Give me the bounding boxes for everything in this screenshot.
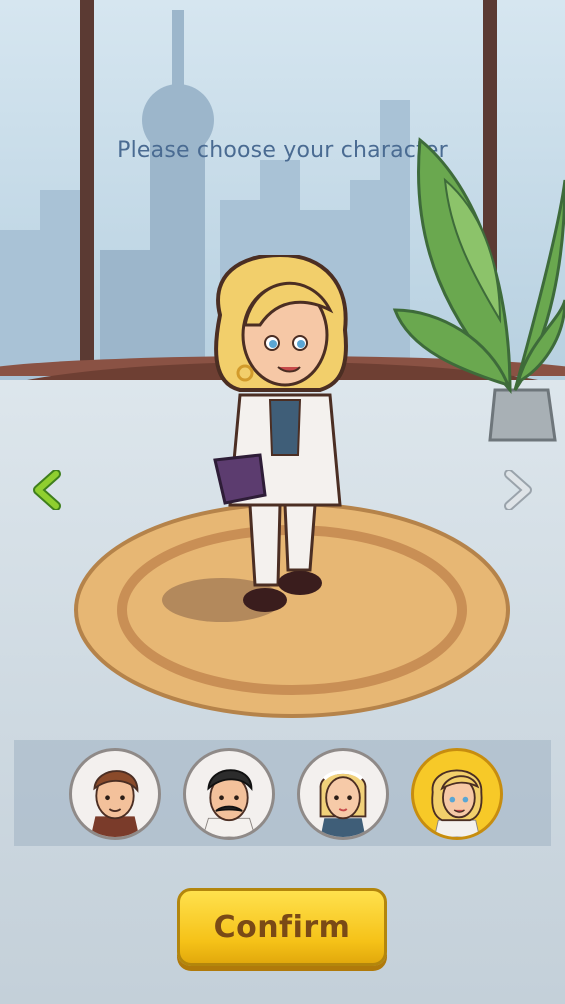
headband-girl-portrait [319,770,367,837]
selected-character-preview [213,255,348,612]
chevron-left-icon [33,469,61,511]
window-frame-left [80,0,94,370]
previous-character-button[interactable] [30,469,66,511]
potted-plant [392,137,565,442]
character-option-brown-hair-man[interactable] [69,748,161,840]
chevron-right-icon [504,469,532,511]
mustache-man-portrait [202,769,256,837]
next-character-button[interactable] [499,469,535,511]
character-option-blonde-woman[interactable] [411,748,503,840]
confirm-button-label: Confirm [213,909,351,945]
character-option-mustache-man[interactable] [183,748,275,840]
brown-hair-man-portrait [90,770,140,837]
blonde-woman-portrait [431,769,483,837]
confirm-button[interactable]: Confirm [177,888,387,966]
character-option-headband-girl[interactable] [297,748,389,840]
